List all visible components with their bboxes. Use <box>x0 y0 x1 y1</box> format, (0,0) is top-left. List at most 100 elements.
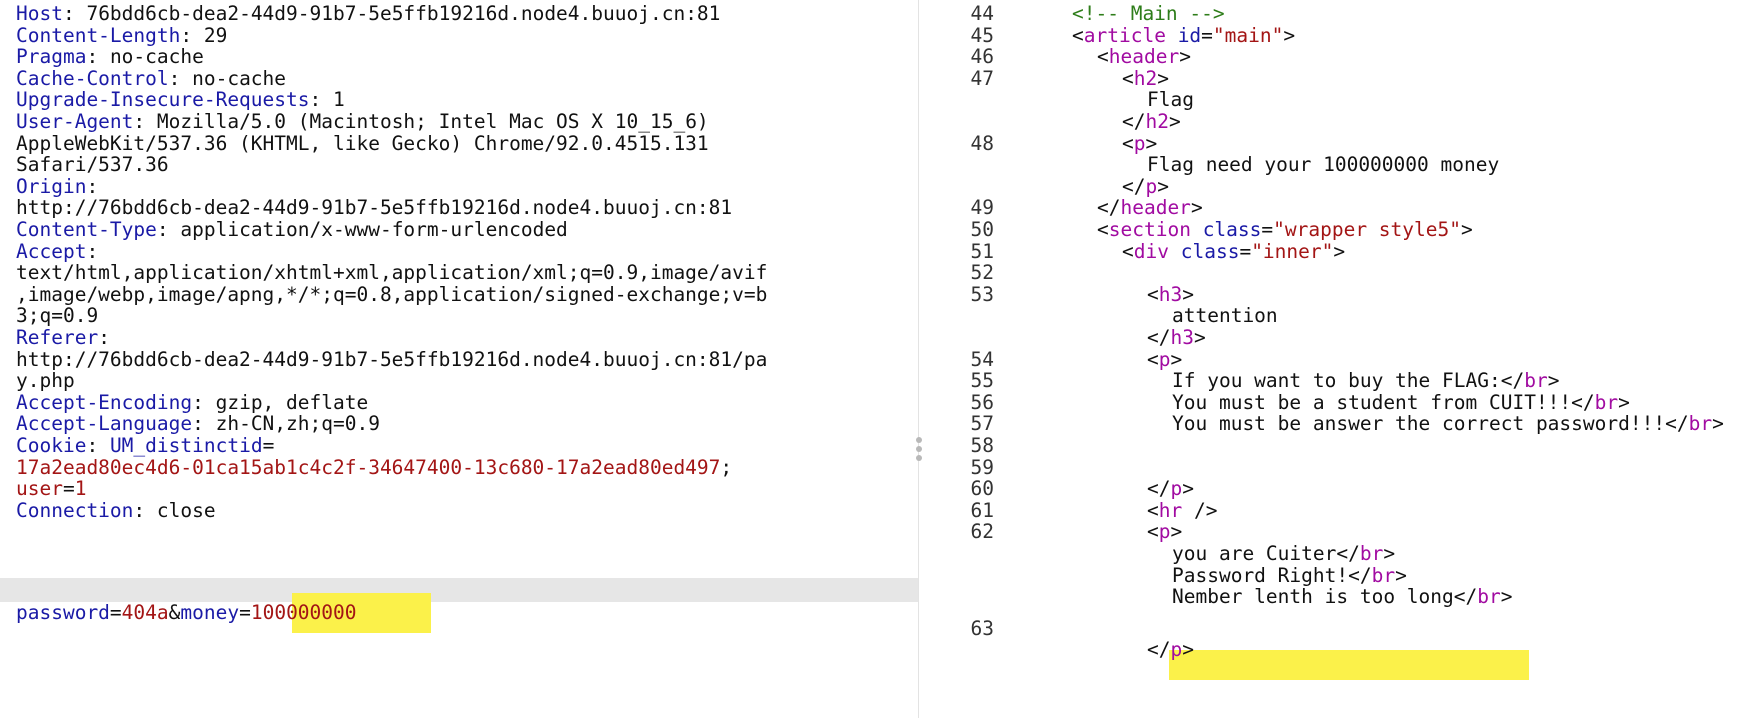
response-code-line: <p> <box>919 520 1756 544</box>
code-text: <h3> <box>1147 283 1194 307</box>
request-header-line[interactable]: Host: 76bdd6cb-dea2-44d9-91b7-5e5ffb1921… <box>0 2 918 26</box>
code-text: You must be a student from CUIT!!!</br> <box>1172 391 1630 415</box>
code-text: </p> <box>1147 638 1194 662</box>
cookie-name: user <box>16 477 63 501</box>
tag-open-bracket: < <box>1097 218 1109 241</box>
header-separator: : <box>86 174 99 198</box>
request-line-text: Referer: <box>16 326 110 350</box>
tag-close-bracket: > <box>1170 520 1183 544</box>
tag-open-bracket: < <box>1122 66 1134 90</box>
html-tag-name: h2 <box>1145 110 1169 133</box>
tag-open-bracket: </ <box>1348 563 1372 587</box>
request-header-line[interactable]: ,image/webp,image/apng,*/*;q=0.8,applica… <box>0 283 918 307</box>
tag-open-bracket: </ <box>1122 110 1146 133</box>
request-header-line[interactable]: 3;q=0.9 <box>0 304 918 328</box>
request-header-line[interactable]: 17a2ead80ec4d6-01ca15ab1c4c2f-34647400-1… <box>0 456 918 480</box>
response-pane[interactable]: 44 45 46 47 48 49 50 51 52 53 54 55 56 57 58 59 60 61 62 63… <box>919 0 1756 718</box>
html-text: You must be answer the correct password!… <box>1172 412 1666 436</box>
request-pane[interactable]: Host: 76bdd6cb-dea2-44d9-91b7-5e5ffb1921… <box>0 0 918 718</box>
code-text: <hr /> <box>1147 499 1217 523</box>
response-code-line <box>919 456 1756 480</box>
code-text: </p> <box>1147 477 1194 501</box>
html-text: Flag <box>1147 88 1194 112</box>
code-text: you are Cuiter</br> <box>1172 542 1395 566</box>
request-header-line[interactable]: Cache-Control: no-cache <box>0 67 918 91</box>
html-tag-name: br <box>1359 542 1384 565</box>
tag-close-bracket: > <box>1460 218 1473 241</box>
code-text: <p> <box>1147 348 1182 372</box>
header-name: Accept-Encoding <box>16 390 193 414</box>
request-body-line[interactable]: password=404a&money=100000000 <box>0 601 918 625</box>
request-line-text: 3;q=0.9 <box>16 304 98 328</box>
request-header-line[interactable]: text/html,application/xhtml+xml,applicat… <box>0 261 918 285</box>
tag-close-bracket: > <box>1170 347 1183 371</box>
response-code-line: attention <box>919 304 1756 328</box>
request-line-text: User-Agent: Mozilla/5.0 (Macintosh; Inte… <box>16 110 709 134</box>
response-code-line: <section class="wrapper style5"> <box>919 218 1756 242</box>
html-text: you are Cuiter <box>1172 542 1337 565</box>
response-code-line: You must be answer the correct password!… <box>919 412 1756 436</box>
request-header-line[interactable]: AppleWebKit/537.36 (KHTML, like Gecko) C… <box>0 132 918 156</box>
tag-close-bracket: > <box>1395 563 1407 587</box>
request-header-line[interactable]: user=1 <box>0 477 918 501</box>
response-code-line <box>919 617 1756 641</box>
tag-close-bracket: > <box>1190 196 1203 220</box>
request-line-text: user=1 <box>16 477 86 501</box>
tag-close-bracket: > <box>1179 45 1191 69</box>
request-header-line[interactable]: Origin: <box>0 175 918 199</box>
tag-open-bracket: </ <box>1147 477 1171 501</box>
request-header-line[interactable]: y.php <box>0 369 918 393</box>
request-header-line[interactable]: Pragma: no-cache <box>0 45 918 69</box>
html-tag-name: h3 <box>1170 326 1194 349</box>
html-tag-name: div <box>1133 239 1169 263</box>
header-separator: : <box>98 326 110 349</box>
html-tag-name: p <box>1170 477 1183 501</box>
tag-close-bracket: > <box>1182 282 1194 306</box>
code-text: <article id="main"> <box>1072 24 1295 48</box>
response-code-line: <!-- Main --> <box>919 2 1756 26</box>
response-code-line: You must be a student from CUIT!!!</br> <box>919 391 1756 415</box>
response-code-line: Password Right!</br> <box>919 564 1756 588</box>
request-line-text: Accept-Encoding: gzip, deflate <box>16 391 368 415</box>
request-header-line[interactable]: Referer: <box>0 326 918 350</box>
header-name: Referer <box>16 326 99 349</box>
request-header-line[interactable]: Connection: close <box>0 499 918 523</box>
html-tag-name: p <box>1158 520 1171 544</box>
request-header-line[interactable]: Content-Length: 29 <box>0 24 918 48</box>
tag-close-bracket: > <box>1157 66 1169 90</box>
cookie-value: 1 <box>74 477 87 501</box>
header-separator: : <box>86 45 110 69</box>
code-text: <!-- Main --> <box>1072 2 1225 26</box>
html-attribute-name: class <box>1180 239 1240 263</box>
request-header-line[interactable]: http://76bdd6cb-dea2-44d9-91b7-5e5ffb192… <box>0 196 918 220</box>
header-value: 1 <box>332 88 345 112</box>
html-attribute-name: class <box>1202 218 1262 241</box>
request-header-line[interactable]: Accept-Encoding: gzip, deflate <box>0 391 918 415</box>
response-code-line: <hr /> <box>919 499 1756 523</box>
request-header-line[interactable]: Upgrade-Insecure-Requests: 1 <box>0 88 918 112</box>
html-text: attention <box>1172 304 1278 328</box>
request-header-line[interactable]: Accept: <box>0 240 918 264</box>
request-header-line[interactable]: Cookie: UM_distinctid= <box>0 434 918 458</box>
header-separator: : <box>192 412 216 436</box>
request-header-line[interactable]: Safari/537.36 <box>0 153 918 177</box>
header-name: Pragma <box>16 45 87 69</box>
tag-open-bracket: </ <box>1336 542 1360 565</box>
header-value: http://76bdd6cb-dea2-44d9-91b7-5e5ffb192… <box>16 196 733 220</box>
tag-open-bracket: </ <box>1122 174 1146 198</box>
tag-open-bracket: < <box>1147 282 1159 306</box>
request-header-line[interactable]: User-Agent: Mozilla/5.0 (Macintosh; Inte… <box>0 110 918 134</box>
request-header-line[interactable]: Accept-Language: zh-CN,zh;q=0.9 <box>0 412 918 436</box>
request-header-line[interactable]: http://76bdd6cb-dea2-44d9-91b7-5e5ffb192… <box>0 348 918 372</box>
tag-open-bracket: </ <box>1571 390 1595 414</box>
code-text: <header> <box>1097 45 1191 69</box>
request-header-line[interactable]: Content-Type: application/x-www-form-url… <box>0 218 918 242</box>
header-value: Safari/537.36 <box>16 153 169 177</box>
code-text: </h2> <box>1122 110 1181 134</box>
header-value: zh-CN,zh;q=0.9 <box>215 412 380 436</box>
response-code-line: <div class="inner"> <box>919 240 1756 264</box>
html-tag-name: h2 <box>1133 66 1158 90</box>
header-separator: : <box>133 498 157 522</box>
cookie-name: UM_distinctid <box>109 434 263 457</box>
html-tag-name: br <box>1477 585 1501 609</box>
